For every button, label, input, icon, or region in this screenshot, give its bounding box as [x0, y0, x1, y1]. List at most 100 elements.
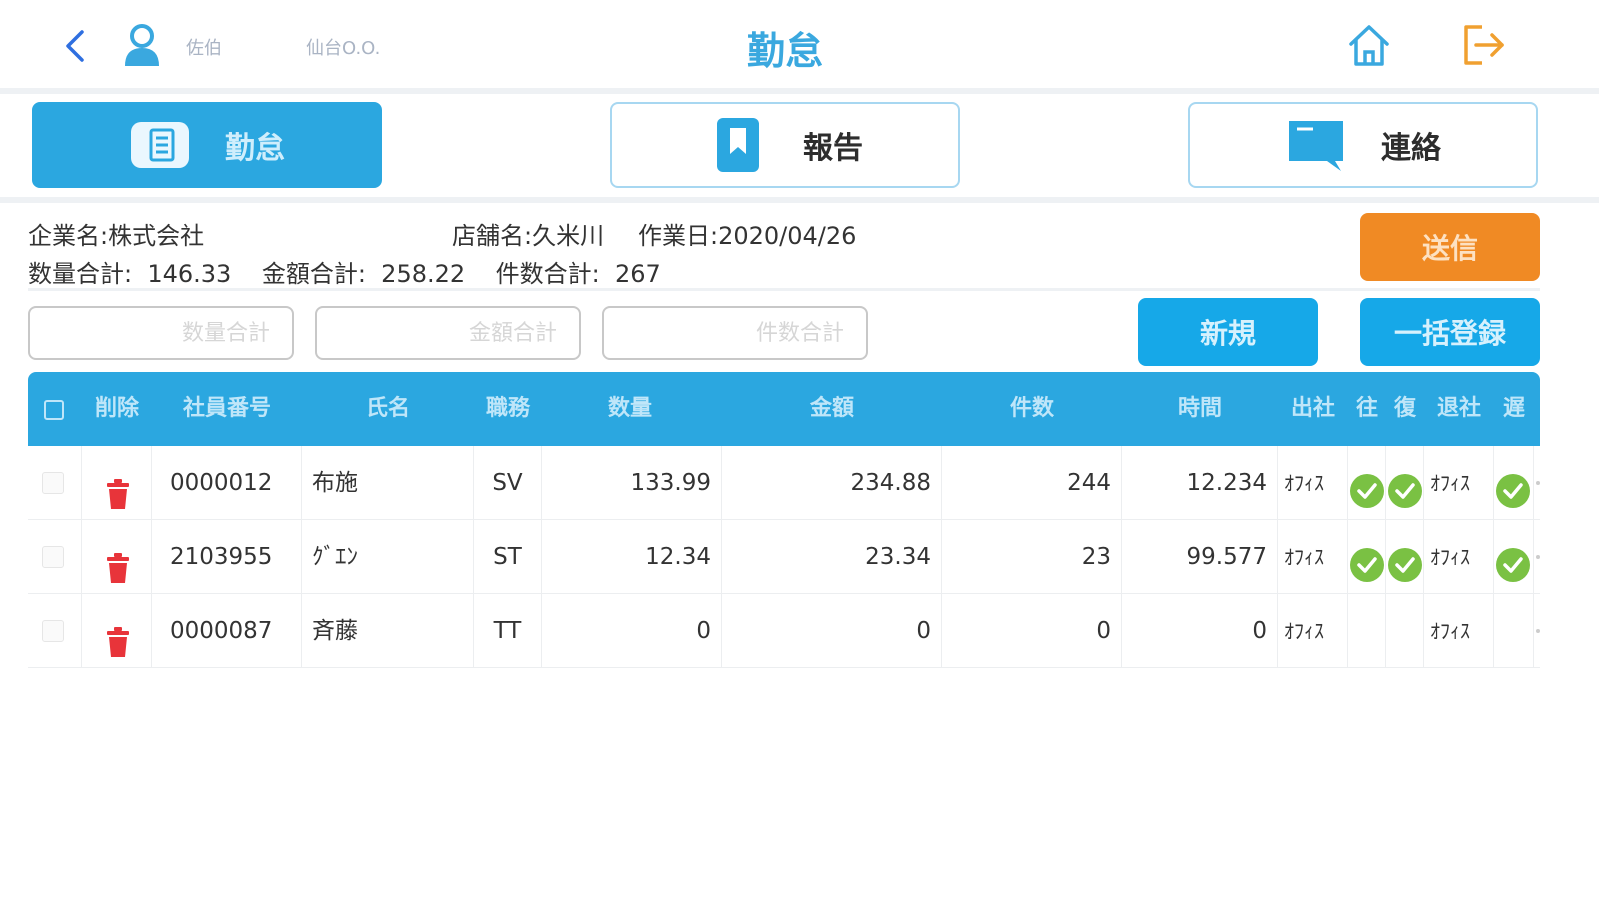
- cell-role: TT: [474, 594, 542, 668]
- header-back: 復: [1393, 396, 1416, 421]
- table-row[interactable]: 0000012 布施 SV 133.99 234.88 244 12.234 ｵﾌｨｽ ｵﾌｨｽ: [28, 446, 1540, 520]
- table-row[interactable]: 2103955 ｸﾞｴﾝ ST 12.34 23.34 23 99.577 ｵﾌｨｽ ｵﾌｨｽ: [28, 520, 1540, 594]
- cell-go[interactable]: [1348, 446, 1386, 520]
- table-row[interactable]: 0000087 斉藤 TT 0 0 0 0 ｵﾌｨｽ ｵﾌｨｽ: [28, 594, 1540, 668]
- page-title: 勤怠: [746, 29, 823, 73]
- tabs-divider: [0, 197, 1599, 203]
- cell-amount: 0: [722, 594, 942, 668]
- cell-time: 12.234: [1122, 446, 1278, 520]
- cell-late[interactable]: [1494, 594, 1534, 668]
- cell-go[interactable]: [1348, 594, 1386, 668]
- cell-select: [28, 446, 82, 520]
- cell-in: ｵﾌｨｽ: [1278, 594, 1348, 668]
- header-delete: 削除: [94, 396, 139, 421]
- back-button[interactable]: [58, 26, 94, 66]
- cell-name: 斉藤: [302, 594, 474, 668]
- cell-emp-no: 0000087: [152, 594, 302, 668]
- overflow-indicator: [1536, 629, 1540, 633]
- list-icon: [129, 116, 191, 174]
- app-header: 佐伯 仙台O.O. 勤怠: [0, 0, 1599, 88]
- tab-label: 報告: [803, 131, 863, 166]
- bulk-register-button[interactable]: 一括登録: [1360, 298, 1540, 366]
- work-date: 作業日:2020/04/26: [638, 222, 857, 250]
- cell-out: ｵﾌｨｽ: [1424, 446, 1494, 520]
- check-ok-icon: [1495, 465, 1531, 508]
- cell-time: 99.577: [1122, 520, 1278, 594]
- cell-count: 0: [942, 594, 1122, 668]
- delete-button[interactable]: [106, 466, 130, 509]
- chevron-left-icon: [66, 30, 84, 62]
- cell-late[interactable]: [1494, 446, 1534, 520]
- tab-label: 勤怠: [225, 131, 285, 166]
- cell-back[interactable]: [1386, 520, 1424, 594]
- cell-go[interactable]: [1348, 520, 1386, 594]
- logout-icon: [1464, 25, 1504, 65]
- cell-qty: 133.99: [542, 446, 722, 520]
- company-name: 企業名:株式会社: [28, 222, 205, 250]
- tab-contact[interactable]: 連絡: [1188, 102, 1538, 188]
- qty-total-input[interactable]: [28, 306, 294, 360]
- cell-emp-no: 2103955: [152, 520, 302, 594]
- user-name: 佐伯: [186, 38, 222, 59]
- info-divider: [28, 288, 1540, 291]
- table-header: 削除 社員番号 氏名 職務 数量 金額 件数 時間 出社 往 復 退社 遅: [28, 372, 1540, 446]
- cell-name: 布施: [302, 446, 474, 520]
- check-ok-icon: [1349, 465, 1385, 508]
- tab-report[interactable]: 報告: [610, 102, 960, 188]
- cell-amount: 23.34: [722, 520, 942, 594]
- header-emp-no: 社員番号: [182, 396, 271, 421]
- amount-total-input[interactable]: [315, 306, 581, 360]
- row-checkbox[interactable]: [42, 546, 64, 568]
- tab-kintai[interactable]: 勤怠: [32, 102, 382, 188]
- cell-late[interactable]: [1494, 520, 1534, 594]
- cell-emp-no: 0000012: [152, 446, 302, 520]
- delete-button[interactable]: [106, 614, 130, 657]
- select-all-checkbox[interactable]: [44, 400, 64, 420]
- cell-delete: [82, 446, 152, 520]
- cell-select: [28, 594, 82, 668]
- check-ok-icon: [1387, 539, 1423, 582]
- new-button[interactable]: 新規: [1138, 298, 1318, 366]
- store-info: 店舗名:久米川: [452, 222, 605, 250]
- attendance-table: 削除 社員番号 氏名 職務 数量 金額 件数 時間 出社 往 復 退社 遅 00…: [28, 372, 1540, 668]
- cell-time: 0: [1122, 594, 1278, 668]
- cell-out: ｵﾌｨｽ: [1424, 520, 1494, 594]
- header-divider: [0, 88, 1599, 94]
- cell-back[interactable]: [1386, 446, 1424, 520]
- trash-icon: [107, 479, 129, 509]
- check-ok-icon: [1349, 539, 1385, 582]
- delete-button[interactable]: [106, 540, 130, 583]
- header-time: 時間: [1177, 396, 1222, 421]
- cell-role: SV: [474, 446, 542, 520]
- logout-button[interactable]: [1460, 22, 1506, 68]
- store-name: 仙台O.O.: [306, 38, 381, 59]
- cell-delete: [82, 520, 152, 594]
- cell-out: ｵﾌｨｽ: [1424, 594, 1494, 668]
- overflow-indicator: [1536, 481, 1540, 485]
- cell-count: 244: [942, 446, 1122, 520]
- count-total-input[interactable]: [602, 306, 868, 360]
- row-checkbox[interactable]: [42, 472, 64, 494]
- home-button[interactable]: [1346, 22, 1392, 68]
- check-ok-icon: [1387, 465, 1423, 508]
- cell-select: [28, 520, 82, 594]
- bookmark-icon: [707, 116, 769, 174]
- header-amount: 金額: [809, 396, 854, 421]
- header-name: 氏名: [365, 396, 410, 421]
- overflow-indicator: [1536, 555, 1540, 559]
- header-in: 出社: [1290, 396, 1335, 421]
- send-button[interactable]: 送信: [1360, 213, 1540, 281]
- cell-delete: [82, 594, 152, 668]
- totals-summary: 数量合計: 146.33 金額合計: 258.22 件数合計: 267: [28, 260, 661, 288]
- cell-qty: 12.34: [542, 520, 722, 594]
- check-ok-icon: [1495, 539, 1531, 582]
- cell-back[interactable]: [1386, 594, 1424, 668]
- row-checkbox[interactable]: [42, 620, 64, 642]
- header-late: 遅: [1502, 396, 1525, 421]
- cell-name: ｸﾞｴﾝ: [302, 520, 474, 594]
- cell-in: ｵﾌｨｽ: [1278, 446, 1348, 520]
- message-icon: [1285, 116, 1347, 174]
- cell-in: ｵﾌｨｽ: [1278, 520, 1348, 594]
- cell-amount: 234.88: [722, 446, 942, 520]
- header-count: 件数: [1009, 396, 1054, 421]
